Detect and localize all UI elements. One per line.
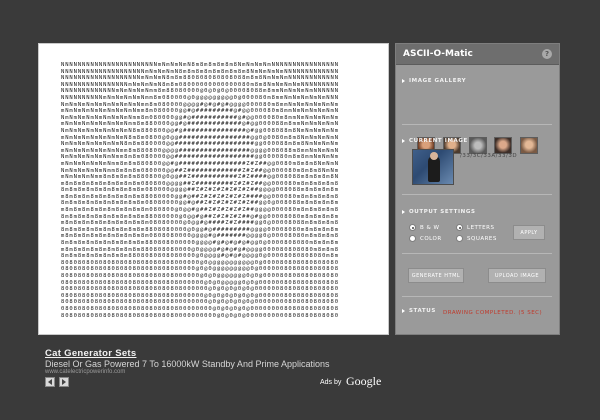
google-logo[interactable]: Google bbox=[346, 374, 381, 389]
panel-header: ASCII-O-Matic ? bbox=[396, 44, 559, 65]
ad-prev-button[interactable] bbox=[45, 377, 55, 387]
radio-color[interactable]: COLOR bbox=[409, 235, 442, 242]
section-status: STATUS bbox=[402, 308, 436, 314]
arrow-left-icon bbox=[48, 379, 52, 385]
radio-label: SQUARES bbox=[467, 235, 497, 242]
section-current-image: CURRENT IMAGE bbox=[402, 138, 468, 144]
divider bbox=[402, 253, 552, 254]
section-label: OUTPUT SETTINGS bbox=[409, 209, 476, 215]
arrow-right-icon bbox=[402, 139, 405, 143]
generate-html-button[interactable]: GENERATE HTML bbox=[408, 268, 464, 283]
arrow-right-icon bbox=[402, 309, 405, 313]
radio-label: COLOR bbox=[420, 235, 442, 242]
section-label: CURRENT IMAGE bbox=[409, 138, 468, 144]
radio-label: B & W bbox=[420, 224, 440, 231]
radio-button[interactable] bbox=[456, 224, 463, 231]
radio-squares[interactable]: SQUARES bbox=[456, 235, 497, 242]
ad-description: Diesel Or Gas Powered 7 To 16000kW Stand… bbox=[45, 359, 330, 369]
control-panel: ASCII-O-Matic ? IMAGE GALLERY CURRENT IM… bbox=[395, 43, 560, 335]
arrow-right-icon bbox=[402, 210, 405, 214]
section-image-gallery: IMAGE GALLERY bbox=[402, 78, 466, 84]
gallery-thumb-5[interactable] bbox=[520, 137, 538, 154]
ascii-canvas: NNNNNNNNNNNNNNNNNNNNNNNmNmNmNmN8m8m8m8m8… bbox=[38, 43, 389, 335]
panel-title: ASCII-O-Matic bbox=[403, 49, 473, 59]
ads-by-label: Ads by bbox=[320, 379, 342, 386]
status-message: DRAWING COMPLETED. (5 SEC) bbox=[443, 310, 543, 316]
help-icon[interactable]: ? bbox=[542, 49, 552, 59]
arrow-right-icon bbox=[402, 79, 405, 83]
radio-button[interactable] bbox=[456, 235, 463, 242]
ascii-art-output: NNNNNNNNNNNNNNNNNNNNNNNmNmNmNmN8m8m8m8m8… bbox=[61, 62, 339, 319]
ad-url[interactable]: www.catelectricpowerinfo.com bbox=[45, 369, 125, 375]
arrow-right-icon bbox=[62, 379, 66, 385]
section-output-settings: OUTPUT SETTINGS bbox=[402, 209, 476, 215]
upload-image-button[interactable]: UPLOAD IMAGE bbox=[488, 268, 546, 283]
radio-button[interactable] bbox=[409, 235, 416, 242]
radio-label: LETTERS bbox=[467, 224, 495, 231]
section-label: STATUS bbox=[409, 308, 436, 314]
radio-letters[interactable]: LETTERS bbox=[456, 224, 494, 231]
divider bbox=[402, 124, 552, 125]
gallery-thumb-3[interactable] bbox=[469, 137, 487, 154]
radio-button[interactable] bbox=[409, 224, 416, 231]
divider bbox=[402, 296, 552, 297]
divider bbox=[402, 194, 552, 195]
gallery-thumb-4[interactable] bbox=[494, 137, 512, 154]
apply-button[interactable]: APPLY bbox=[513, 225, 545, 240]
ad-title-link[interactable]: Cat Generator Sets bbox=[45, 348, 136, 359]
ad-next-button[interactable] bbox=[59, 377, 69, 387]
radio-bw[interactable]: B & W bbox=[409, 224, 440, 231]
current-image-thumb bbox=[412, 149, 454, 185]
section-label: IMAGE GALLERY bbox=[409, 78, 467, 84]
image-path: /33/3C/33A/33/3D bbox=[460, 153, 518, 159]
